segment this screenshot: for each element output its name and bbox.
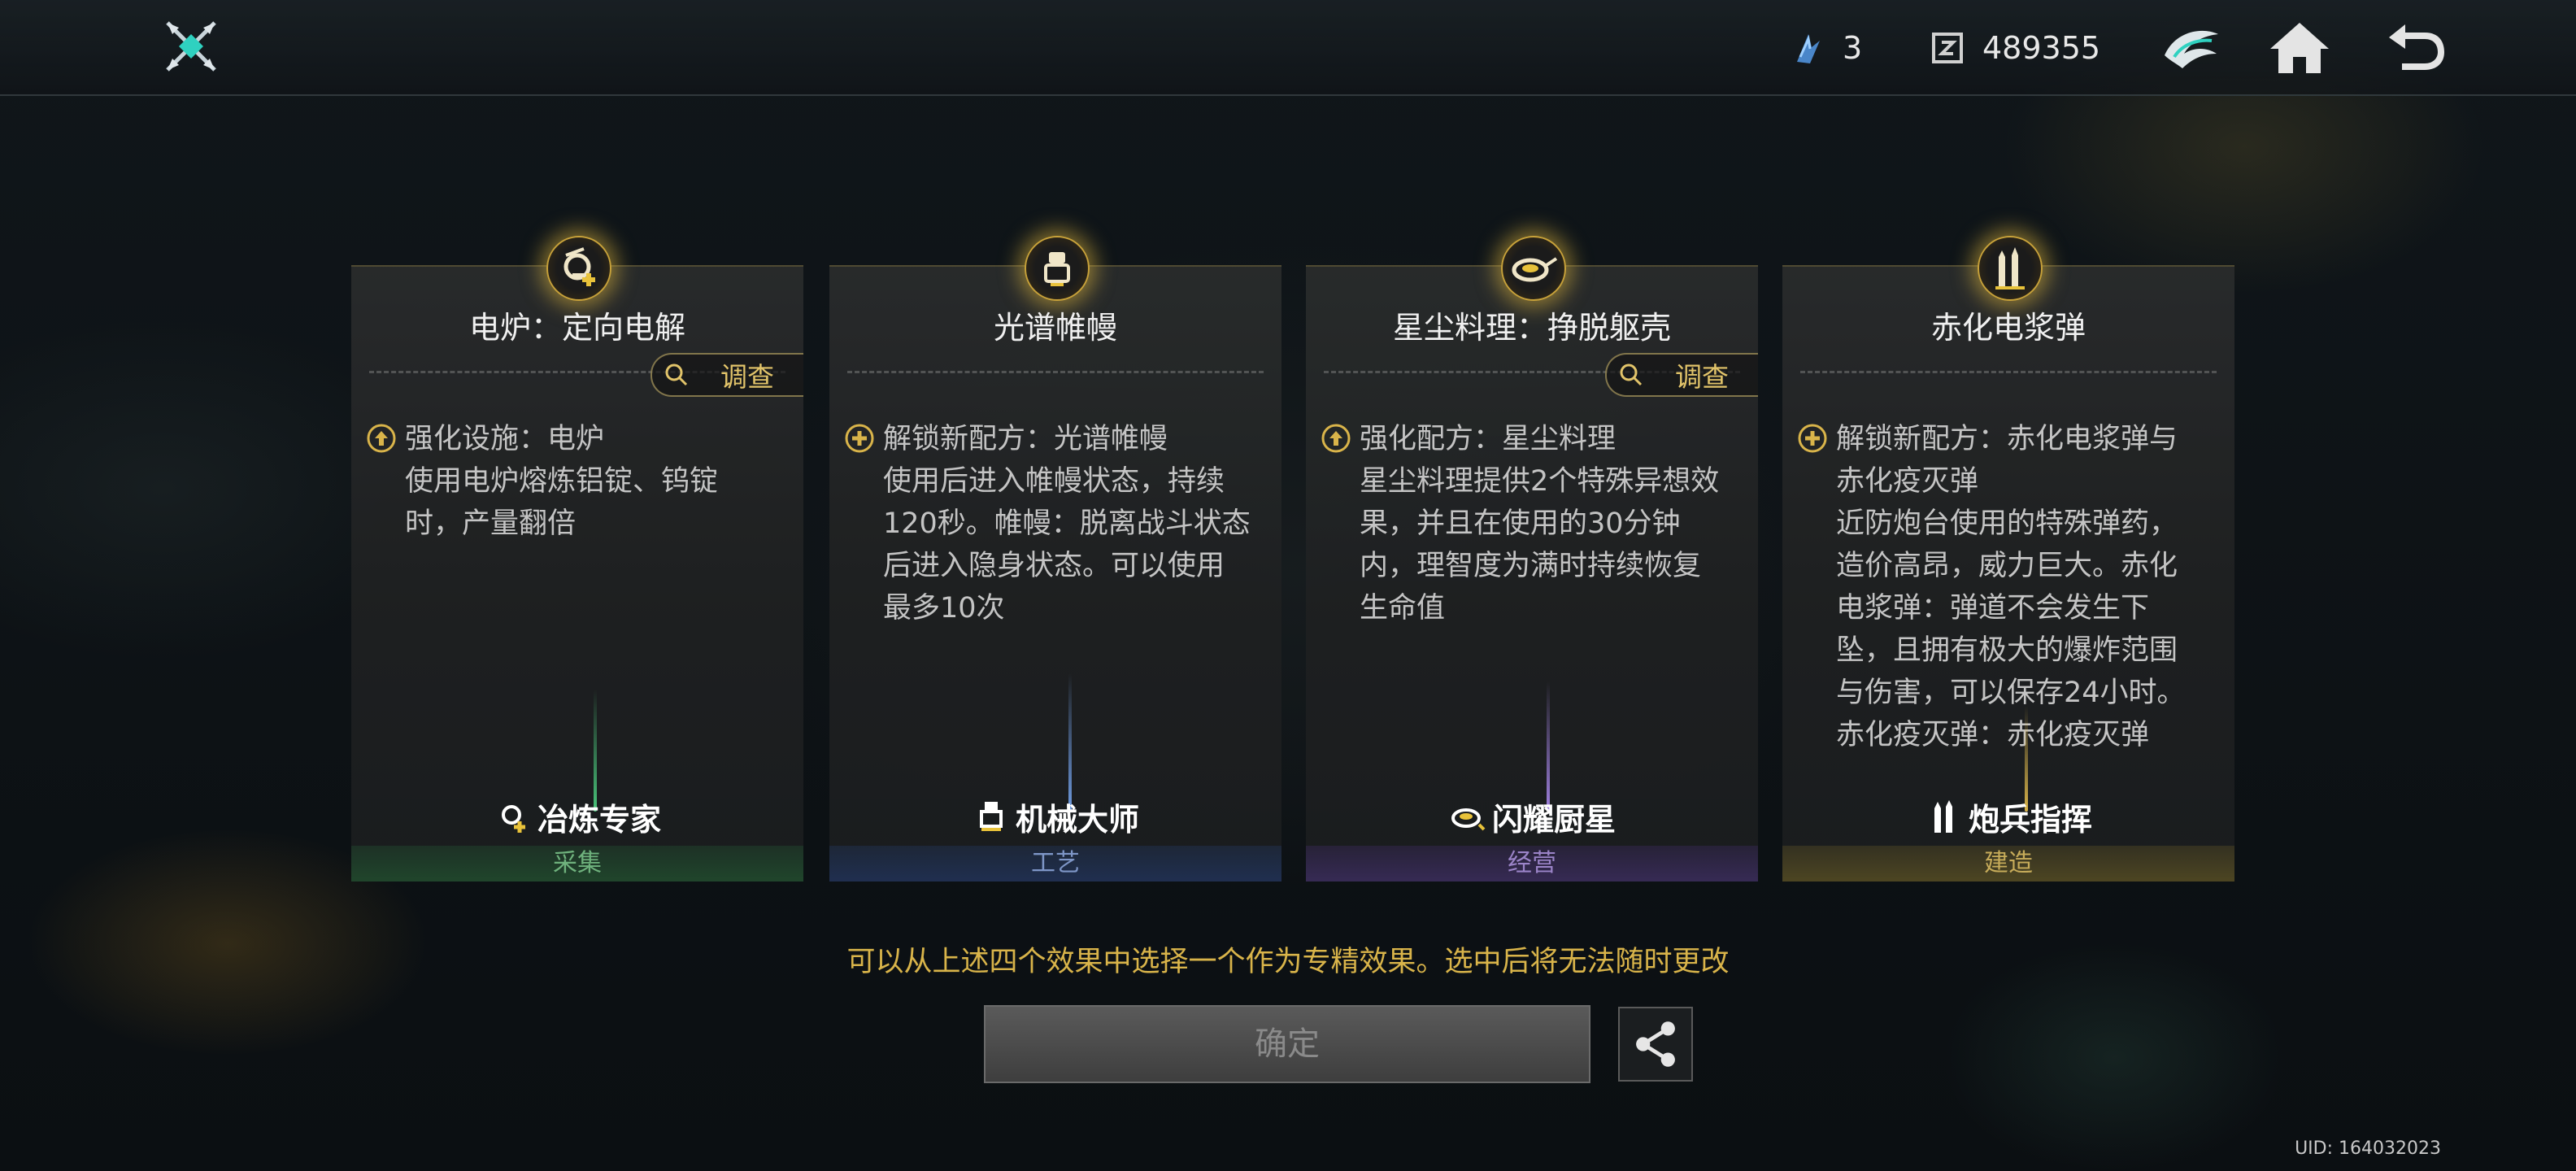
top-bar: 3 489355 xyxy=(0,0,2576,96)
currency-count: 489355 xyxy=(1982,30,2101,66)
upgrade-arrow-icon xyxy=(1321,424,1351,453)
specialization-label: 闪耀厨星 xyxy=(1306,797,1758,838)
specialization-name: 机械大师 xyxy=(1015,801,1139,838)
share-icon xyxy=(1636,1021,1675,1067)
category-label: 工艺 xyxy=(829,846,1281,882)
user-id: UID: 164032023 xyxy=(2295,1138,2441,1159)
light-beam xyxy=(1068,673,1072,812)
title-divider xyxy=(847,371,1264,373)
unlock-plus-icon xyxy=(1798,424,1827,453)
category-label: 采集 xyxy=(351,846,803,882)
selection-notice: 可以从上述四个效果中选择一个作为专精效果。选中后将无法随时更改 xyxy=(846,946,1730,978)
light-beam xyxy=(1547,681,1550,812)
dish-icon xyxy=(1501,236,1566,301)
game-logo-icon[interactable] xyxy=(161,16,221,76)
survey-button[interactable]: 调查 xyxy=(1605,353,1758,397)
effect-head: 强化配方：星尘料理 xyxy=(1360,423,1617,455)
currency-resource: 489355 xyxy=(1929,24,2100,72)
furnace-icon xyxy=(501,805,525,833)
category-label: 经营 xyxy=(1306,846,1758,882)
specialization-name: 炮兵指挥 xyxy=(1968,801,2092,838)
effect-card-stardust-cuisine[interactable]: 星尘料理：挣脱躯壳 调查 强化配方：星尘料理星尘料理提供2个特殊异想效果，并且在… xyxy=(1306,236,1758,882)
effect-card-plasma-shell[interactable]: 赤化电浆弹 解锁新配方：赤化电浆弹与赤化疫灭弹近防炮台使用的特殊弹药，造价高昂，… xyxy=(1782,236,2234,882)
survey-label: 调查 xyxy=(1675,361,1729,393)
specialization-name: 闪耀厨星 xyxy=(1491,801,1616,838)
effect-head: 解锁新配方：光谱帷幔 xyxy=(883,423,1168,455)
light-beam xyxy=(594,690,597,812)
card-title: 星尘料理：挣脱躯壳 xyxy=(1392,310,1671,346)
survey-button[interactable]: 调查 xyxy=(651,353,803,397)
card-title: 电炉：定向电解 xyxy=(468,310,685,346)
magnifier-icon xyxy=(1620,363,1643,386)
effect-body: 使用后进入帷幔状态，持续120秒。帷幔：脱离战斗状态后进入隐身状态。可以使用最多… xyxy=(883,465,1251,625)
confirm-button[interactable]: 确定 xyxy=(984,1005,1590,1083)
category-label: 建造 xyxy=(1782,846,2234,882)
specialization-name: 冶炼专家 xyxy=(537,801,661,838)
upgrade-arrow-icon xyxy=(367,424,396,453)
back-arrow-icon[interactable] xyxy=(2382,18,2448,76)
effect-description: 强化配方：星尘料理星尘料理提供2个特殊异想效果，并且在使用的30分钟内，理智度为… xyxy=(1321,418,1729,629)
magnifier-icon xyxy=(665,363,688,386)
currency-chip-icon xyxy=(1932,33,1963,63)
dish-icon xyxy=(1451,808,1486,831)
robot-icon xyxy=(1025,236,1090,301)
card-title: 赤化电浆弹 xyxy=(1930,310,2086,346)
effect-card-furnace[interactable]: 电炉：定向电解 调查 强化设施：电炉使用电炉熔炼铝锭、钨锭时，产量翻倍 冶炼专家… xyxy=(351,236,803,882)
furnace-icon xyxy=(546,236,611,301)
effect-body: 近防炮台使用的特殊弹药，造价高昂，威力巨大。赤化电浆弹：弹道不会发生下坠，且拥有… xyxy=(1836,507,2186,751)
robot-icon xyxy=(979,802,1003,831)
crystal-resource: 3 xyxy=(1789,24,1862,72)
shells-icon xyxy=(1978,236,2043,301)
home-icon[interactable] xyxy=(2267,18,2332,76)
specialization-label: 炮兵指挥 xyxy=(1782,797,2234,838)
specialization-label: 机械大师 xyxy=(829,797,1281,838)
effect-head: 强化设施：电炉 xyxy=(405,423,605,455)
card-title: 光谱帷幔 xyxy=(993,310,1117,346)
effect-description: 解锁新配方：光谱帷幔使用后进入帷幔状态，持续120秒。帷幔：脱离战斗状态后进入隐… xyxy=(844,418,1252,629)
unlock-plus-icon xyxy=(845,424,874,453)
effect-description: 解锁新配方：赤化电浆弹与赤化疫灭弹近防炮台使用的特殊弹药，造价高昂，威力巨大。赤… xyxy=(1797,418,2205,773)
effect-body: 使用电炉熔炼铝锭、钨锭时，产量翻倍 xyxy=(405,465,719,540)
survey-label: 调查 xyxy=(720,361,774,393)
effect-body: 星尘料理提供2个特殊异想效果，并且在使用的30分钟内，理智度为满时持续恢复生命值 xyxy=(1360,465,1720,625)
crystal-count: 3 xyxy=(1843,30,1863,66)
specialization-label: 冶炼专家 xyxy=(351,797,803,838)
effect-description: 强化设施：电炉使用电炉熔炼铝锭、钨锭时，产量翻倍 xyxy=(366,418,774,545)
title-divider xyxy=(1800,371,2217,373)
wing-emblem-icon[interactable] xyxy=(2158,18,2223,76)
shells-icon xyxy=(1934,800,1952,833)
effect-head: 解锁新配方：赤化电浆弹与赤化疫灭弹 xyxy=(1836,423,2178,498)
crystal-shard-icon xyxy=(1797,34,1820,63)
effect-card-spectral-veil[interactable]: 光谱帷幔 解锁新配方：光谱帷幔使用后进入帷幔状态，持续120秒。帷幔：脱离战斗状… xyxy=(829,236,1281,882)
share-button[interactable] xyxy=(1618,1007,1693,1082)
